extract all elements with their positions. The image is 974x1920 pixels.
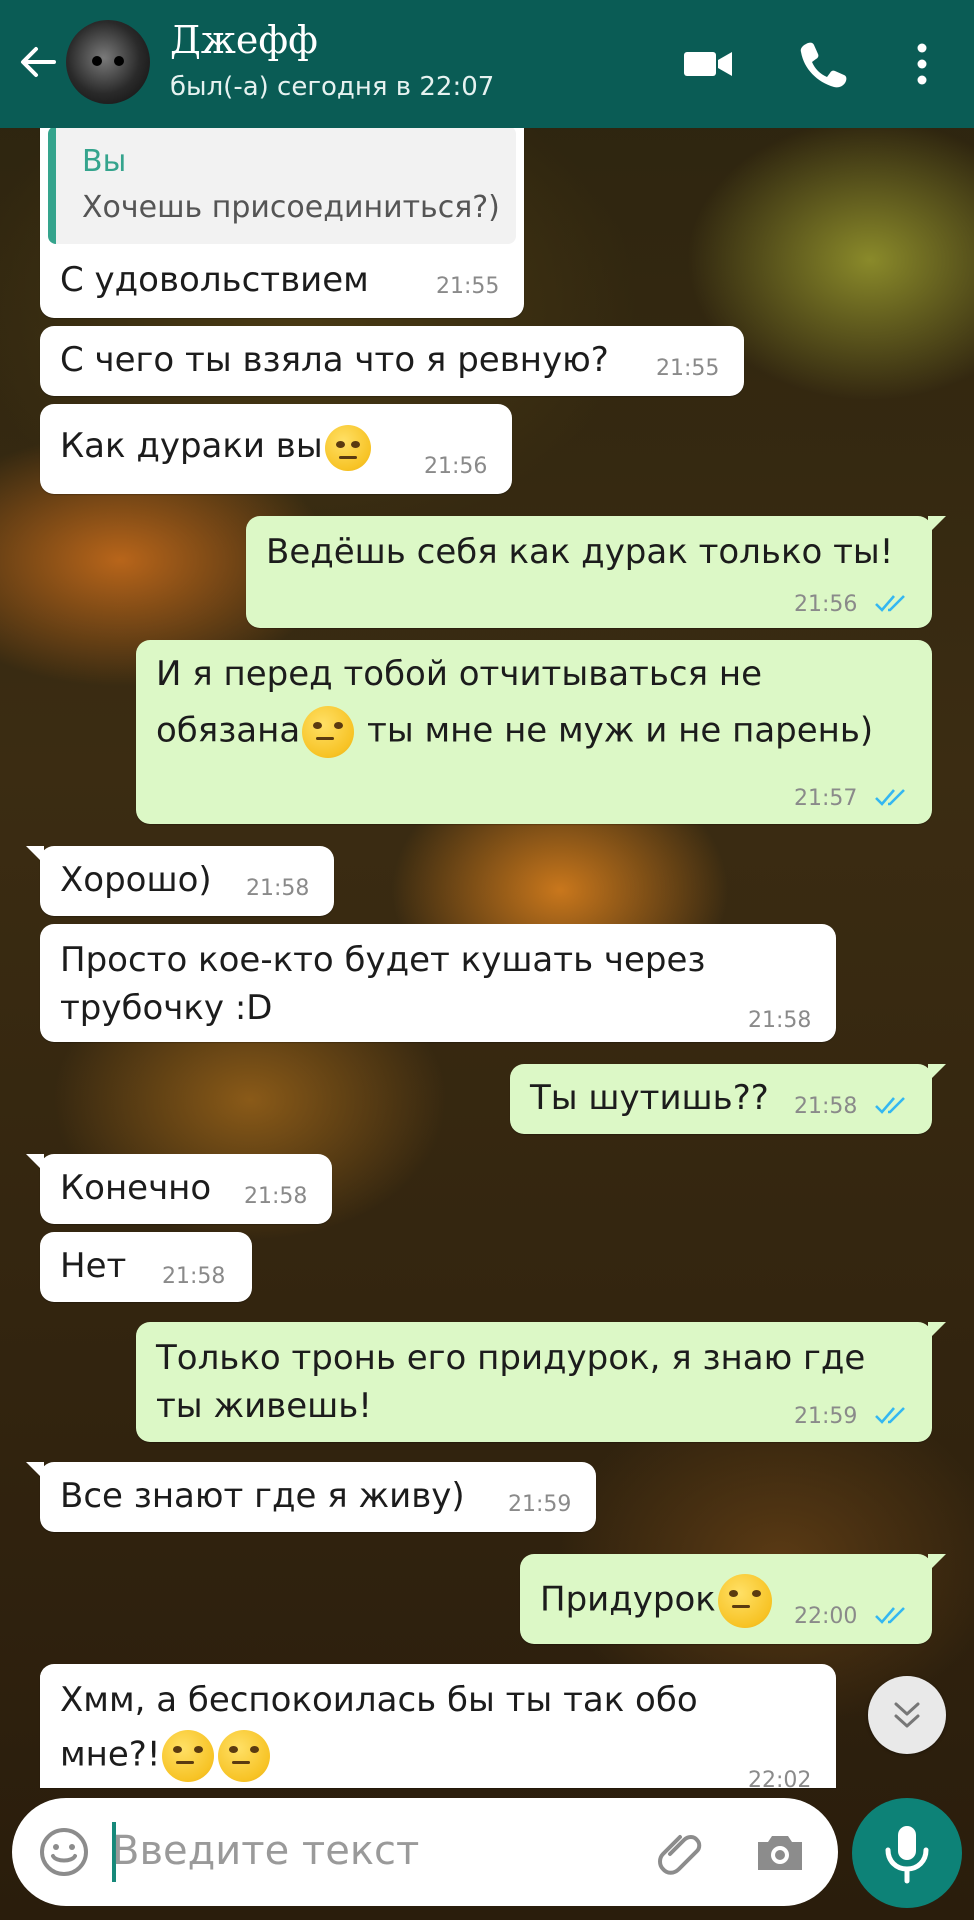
message-text: С чего ты взяла что я ревную? — [60, 340, 609, 380]
message-time: 21:58 — [246, 876, 310, 901]
outgoing-message[interactable]: Ты шутишь?? 21:58 — [510, 1064, 946, 1134]
message-text: обязана ты мне не муж и не парень) — [156, 706, 873, 758]
message-time: 21:59 — [508, 1492, 572, 1517]
incoming-message[interactable]: Все знают где я живу) 21:59 — [26, 1462, 596, 1532]
scroll-to-bottom-button[interactable] — [868, 1676, 946, 1754]
message-text: Ты шутишь?? — [530, 1078, 769, 1118]
more-vertical-icon[interactable] — [892, 34, 952, 94]
message-text: С удовольствием — [60, 260, 369, 300]
message-text: Только тронь его придурок, я знаю где — [156, 1338, 866, 1378]
contact-name[interactable]: Джефф — [170, 18, 318, 62]
outgoing-message[interactable]: Придурок 22:00 — [520, 1554, 946, 1644]
message-time: 21:56 — [794, 592, 858, 617]
read-ticks-icon — [875, 789, 905, 806]
message-time: 21:58 — [794, 1094, 858, 1119]
bubble-tail — [928, 1064, 946, 1082]
message-text: И я перед тобой отчитываться не — [156, 654, 763, 694]
message-text-part: Придурок — [540, 1579, 716, 1620]
message-text-part: обязана — [156, 710, 301, 751]
reply-quote[interactable]: Вы Хочешь присоединиться?) — [48, 126, 516, 244]
contact-avatar[interactable] — [66, 20, 150, 104]
message-text: трубочку :D — [60, 988, 273, 1028]
message-text: Придурок — [540, 1574, 774, 1628]
read-ticks-icon — [875, 595, 905, 612]
incoming-message[interactable]: Хорошо) 21:58 — [26, 846, 334, 916]
message-text: Как дураки вы — [60, 424, 373, 471]
incoming-message[interactable]: Нет 21:58 — [40, 1232, 252, 1302]
message-time: 22:02 — [748, 1768, 812, 1788]
double-chevron-down-icon — [894, 1702, 920, 1728]
outgoing-message[interactable]: Ведёшь себя как дурак только ты! 21:56 — [246, 516, 946, 628]
message-time: 21:57 — [794, 786, 858, 811]
relieved-face-emoji-icon — [302, 706, 355, 758]
rolling-eyes-emoji-icon — [324, 424, 371, 471]
attach-icon[interactable] — [652, 1824, 708, 1880]
bubble-tail — [26, 1154, 44, 1172]
message-time: 21:55 — [656, 356, 720, 381]
outgoing-message[interactable]: И я перед тобой отчитываться не обязана … — [136, 640, 932, 824]
mic-icon — [885, 1826, 929, 1884]
message-text-part: мне?! — [60, 1734, 161, 1775]
read-ticks-icon — [875, 1407, 905, 1424]
incoming-message[interactable]: Хмм, а беспокоилась бы ты так обо мне?! … — [40, 1664, 836, 1788]
bubble-tail — [928, 1322, 946, 1340]
read-ticks-icon — [875, 1607, 905, 1624]
bubble-tail — [928, 516, 946, 534]
message-text: Ведёшь себя как дурак только ты! — [266, 532, 894, 572]
camera-icon[interactable] — [752, 1824, 808, 1880]
message-composer[interactable]: Введите текст — [12, 1798, 838, 1906]
message-text: ты живешь! — [156, 1386, 372, 1426]
message-text: Хмм, а беспокоилась бы ты так обо — [60, 1680, 698, 1720]
message-text: Хорошо) — [60, 860, 212, 900]
bubble-tail — [26, 1462, 44, 1480]
incoming-message[interactable]: Как дураки вы 21:56 — [40, 404, 512, 494]
incoming-message[interactable]: С чего ты взяла что я ревную? 21:55 — [40, 326, 744, 396]
bubble-tail — [26, 846, 44, 864]
message-text-part: Как дураки вы — [60, 426, 323, 466]
read-ticks-icon — [875, 1097, 905, 1114]
incoming-message[interactable]: Просто кое-кто будет кушать через трубоч… — [40, 924, 836, 1042]
outgoing-message[interactable]: Только тронь его придурок, я знаю где ты… — [136, 1322, 946, 1442]
rolling-eyes-emoji-icon — [717, 1574, 772, 1628]
incoming-message[interactable]: Вы Хочешь присоединиться?) С удовольстви… — [40, 118, 524, 318]
message-text: Конечно — [60, 1168, 212, 1208]
reply-quote-text: Хочешь присоединиться?) — [82, 190, 500, 225]
back-arrow-icon[interactable] — [14, 38, 62, 86]
message-text-part: ты мне не муж и не парень) — [367, 710, 874, 751]
message-time: 21:56 — [424, 454, 488, 479]
message-input[interactable]: Введите текст — [112, 1828, 419, 1874]
phone-icon[interactable] — [792, 34, 852, 94]
message-time: 21:59 — [794, 1404, 858, 1429]
message-time: 21:58 — [162, 1264, 226, 1289]
message-text: мне?! — [60, 1730, 272, 1782]
thinking-face-emoji-icon — [218, 1730, 271, 1782]
bubble-tail — [928, 1554, 946, 1572]
message-time: 21:55 — [436, 274, 500, 299]
reply-quote-author: Вы — [82, 144, 127, 179]
emoji-icon[interactable] — [36, 1824, 92, 1880]
incoming-message[interactable]: Конечно 21:58 — [26, 1154, 332, 1224]
message-time: 21:58 — [244, 1184, 308, 1209]
message-text: Просто кое-кто будет кушать через — [60, 940, 706, 980]
chat-header: Джефф был(-а) сегодня в 22:07 — [0, 0, 974, 128]
message-time: 22:00 — [794, 1604, 858, 1629]
video-call-icon[interactable] — [678, 34, 738, 94]
raised-eyebrow-emoji-icon — [162, 1730, 215, 1782]
last-seen-status: был(-а) сегодня в 22:07 — [170, 72, 495, 102]
message-text: Нет — [60, 1246, 127, 1286]
mic-button[interactable] — [852, 1798, 962, 1908]
bubble-tail — [40, 1664, 44, 1682]
message-text: Все знают где я живу) — [60, 1476, 465, 1516]
message-time: 21:58 — [748, 1008, 812, 1033]
